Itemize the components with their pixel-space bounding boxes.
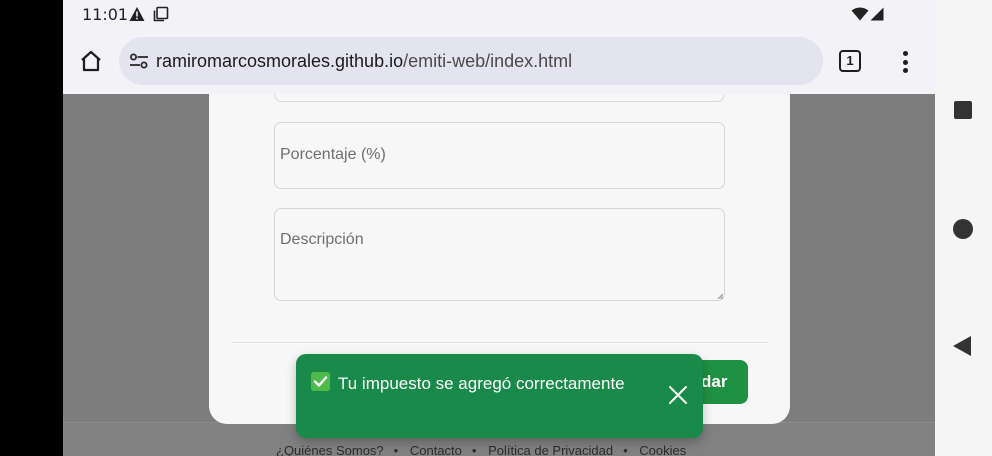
footer-link-cookies[interactable]: Cookies bbox=[639, 443, 686, 456]
success-toast: Tu impuesto se agregó correctamente bbox=[296, 354, 703, 438]
close-icon[interactable] bbox=[667, 384, 689, 406]
tune-icon[interactable] bbox=[129, 51, 149, 71]
footer-link-privacidad[interactable]: Política de Privacidad bbox=[488, 443, 613, 456]
footer-link-contacto[interactable]: Contacto bbox=[410, 443, 462, 456]
home-icon bbox=[81, 50, 101, 72]
status-time: 11:01 bbox=[82, 5, 129, 24]
more-vert-icon[interactable] bbox=[895, 49, 915, 75]
footer-link-quienes-somos[interactable]: ¿Quiénes Somos? bbox=[276, 443, 384, 456]
url-text[interactable]: ramiromarcosmorales.github.io/emiti-web/… bbox=[156, 51, 572, 72]
descripcion-placeholder: Descripción bbox=[280, 231, 364, 248]
back-triangle-icon[interactable] bbox=[952, 335, 972, 357]
url-domain: ramiromarcosmorales.github.io bbox=[156, 51, 404, 71]
phone-screen: 11:01 ramiromarcosmorales.github.io/emit… bbox=[63, 0, 935, 456]
url-path: /emiti-web/index.html bbox=[403, 51, 573, 71]
footer-links: ¿Quiénes Somos? • Contacto • Política de P… bbox=[276, 443, 687, 456]
recents-square-icon[interactable] bbox=[954, 101, 972, 119]
home-button[interactable] bbox=[77, 47, 105, 75]
system-nav-bar bbox=[935, 0, 992, 456]
resize-grip-icon[interactable] bbox=[718, 294, 723, 299]
signal-icon bbox=[870, 7, 884, 21]
copy-icon bbox=[153, 6, 169, 22]
previous-field[interactable] bbox=[274, 94, 725, 102]
web-content: ¿Quiénes Somos? • Contacto • Política de P… bbox=[63, 94, 935, 456]
wifi-icon bbox=[851, 7, 869, 21]
browser-toolbar: ramiromarcosmorales.github.io/emiti-web/… bbox=[63, 30, 935, 94]
toast-message: Tu impuesto se agregó correctamente bbox=[338, 374, 625, 393]
home-circle-icon[interactable] bbox=[953, 219, 973, 239]
alert-triangle-icon bbox=[129, 7, 145, 21]
tabs-icon[interactable]: 1 bbox=[839, 50, 861, 72]
url-bar[interactable]: ramiromarcosmorales.github.io/emiti-web/… bbox=[119, 37, 823, 85]
porcentaje-input[interactable]: Porcentaje (%) bbox=[274, 122, 725, 189]
modal-divider bbox=[231, 342, 768, 343]
status-bar: 11:01 bbox=[63, 0, 935, 30]
left-bezel bbox=[0, 0, 63, 456]
descripcion-textarea[interactable]: Descripción bbox=[274, 208, 725, 301]
